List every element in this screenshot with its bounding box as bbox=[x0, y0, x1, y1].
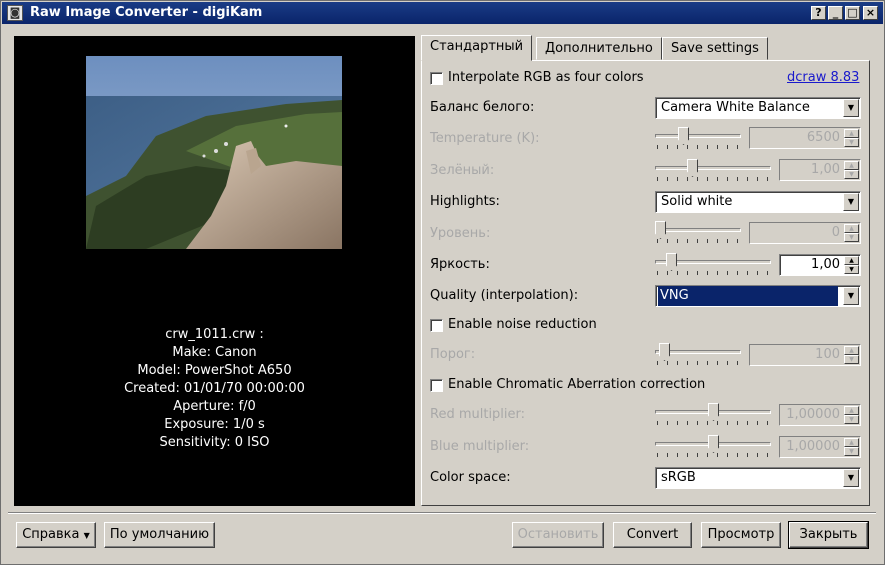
info-exposure: Exposure: 1/0 s bbox=[164, 417, 265, 432]
spin-down-icon[interactable]: ▼ bbox=[844, 138, 859, 147]
abort-button[interactable]: Остановить bbox=[512, 522, 604, 548]
temperature-spinbox[interactable]: 6500 ▲ ▼ bbox=[749, 127, 861, 149]
convert-button[interactable]: Convert bbox=[613, 522, 692, 548]
spin-up-icon[interactable]: ▲ bbox=[844, 438, 859, 447]
slider-handle[interactable] bbox=[678, 127, 689, 145]
chevron-down-icon: ▼ bbox=[843, 193, 859, 211]
chromatic-aberration-checkbox[interactable] bbox=[430, 379, 443, 392]
close-button[interactable]: Закрыть bbox=[788, 521, 869, 549]
info-created: Created: 01/01/70 00:00:00 bbox=[124, 381, 305, 396]
green-label: Зелёный: bbox=[430, 163, 495, 178]
slider-handle[interactable] bbox=[659, 343, 670, 361]
white-balance-select[interactable]: Camera White Balance ▼ bbox=[655, 97, 861, 119]
slider-handle[interactable] bbox=[687, 159, 698, 177]
title-bar[interactable]: ◙ Raw Image Converter - digiKam ? _ □ × bbox=[2, 2, 883, 24]
spin-down-icon[interactable]: ▼ bbox=[844, 170, 859, 179]
maximize-button[interactable]: □ bbox=[845, 6, 860, 20]
brightness-slider[interactable] bbox=[655, 252, 771, 278]
info-make: Make: Canon bbox=[172, 345, 257, 360]
defaults-button[interactable]: По умолчанию bbox=[104, 522, 215, 548]
threshold-label: Порог: bbox=[430, 347, 476, 362]
chevron-down-icon: ▼ bbox=[843, 469, 859, 487]
highlights-label: Highlights: bbox=[430, 194, 500, 209]
dcraw-version-link[interactable]: dcraw 8.83 bbox=[787, 70, 859, 85]
digikam-app-icon: ◙ bbox=[7, 5, 23, 21]
slider-handle[interactable] bbox=[655, 221, 666, 239]
white-balance-label: Баланс белого: bbox=[430, 100, 535, 115]
temperature-slider[interactable] bbox=[655, 126, 741, 152]
close-window-button[interactable]: × bbox=[863, 6, 878, 20]
separator bbox=[8, 512, 876, 514]
threshold-spinbox[interactable]: 100 ▲ ▼ bbox=[749, 344, 861, 366]
help-menu-button[interactable]: Справка ▼ bbox=[16, 522, 96, 548]
info-aperture: Aperture: f/0 bbox=[173, 399, 256, 414]
info-sensitivity: Sensitivity: 0 ISO bbox=[159, 435, 270, 450]
slider-handle[interactable] bbox=[708, 435, 719, 453]
brightness-spinbox[interactable]: 1,00 ▲ ▼ bbox=[779, 254, 861, 276]
spin-down-icon[interactable]: ▼ bbox=[844, 355, 859, 364]
chromatic-aberration-label[interactable]: Enable Chromatic Aberration correction bbox=[448, 377, 705, 392]
preview-button[interactable]: Просмотр bbox=[701, 522, 781, 548]
level-spinbox[interactable]: 0 ▲ ▼ bbox=[749, 222, 861, 244]
highlights-select[interactable]: Solid white ▼ bbox=[655, 191, 861, 213]
red-multiplier-label: Red multiplier: bbox=[430, 407, 526, 422]
spin-down-icon[interactable]: ▼ bbox=[844, 265, 859, 274]
level-label: Уровень: bbox=[430, 226, 491, 241]
color-space-label: Color space: bbox=[430, 470, 511, 485]
tab-advanced[interactable]: Дополнительно bbox=[536, 37, 662, 60]
noise-reduction-checkbox[interactable] bbox=[430, 319, 443, 332]
image-metadata: crw_1011.crw : Make: Canon Model: PowerS… bbox=[14, 326, 415, 452]
red-multiplier-slider[interactable] bbox=[655, 402, 771, 428]
interpolate-rgb-label[interactable]: Interpolate RGB as four colors bbox=[448, 70, 644, 85]
info-model: Model: PowerShot A650 bbox=[137, 363, 292, 378]
image-preview-pane: crw_1011.crw : Make: Canon Model: PowerS… bbox=[14, 36, 415, 506]
window-title: Raw Image Converter - digiKam bbox=[30, 5, 263, 20]
slider-handle[interactable] bbox=[708, 403, 719, 421]
spin-up-icon[interactable]: ▲ bbox=[844, 256, 859, 265]
spin-up-icon[interactable]: ▲ bbox=[844, 406, 859, 415]
tab-standard[interactable]: Стандартный bbox=[421, 35, 533, 61]
spin-down-icon[interactable]: ▼ bbox=[844, 233, 859, 242]
blue-multiplier-label: Blue multiplier: bbox=[430, 439, 530, 454]
interpolate-rgb-checkbox[interactable] bbox=[430, 72, 443, 85]
level-slider[interactable] bbox=[655, 220, 741, 246]
help-context-button[interactable]: ? bbox=[811, 6, 826, 20]
minimize-button[interactable]: _ bbox=[828, 6, 843, 20]
info-filename: crw_1011.crw : bbox=[165, 327, 264, 342]
blue-multiplier-spinbox[interactable]: 1,00000 ▲ ▼ bbox=[779, 436, 861, 458]
temperature-label: Temperature (K): bbox=[430, 131, 540, 146]
spin-up-icon[interactable]: ▲ bbox=[844, 161, 859, 170]
preview-photo bbox=[86, 56, 342, 249]
spin-up-icon[interactable]: ▲ bbox=[844, 129, 859, 138]
chevron-down-icon: ▼ bbox=[843, 287, 859, 305]
slider-handle[interactable] bbox=[666, 253, 677, 271]
chevron-down-icon: ▼ bbox=[843, 99, 859, 117]
spin-down-icon[interactable]: ▼ bbox=[844, 447, 859, 456]
green-spinbox[interactable]: 1,00 ▲ ▼ bbox=[779, 159, 861, 181]
noise-reduction-label[interactable]: Enable noise reduction bbox=[448, 317, 597, 332]
spin-down-icon[interactable]: ▼ bbox=[844, 415, 859, 424]
tab-save-settings[interactable]: Save settings bbox=[662, 37, 768, 60]
threshold-slider[interactable] bbox=[655, 342, 741, 368]
quality-label: Quality (interpolation): bbox=[430, 288, 579, 303]
spin-up-icon[interactable]: ▲ bbox=[844, 224, 859, 233]
dropdown-arrow-icon: ▼ bbox=[83, 531, 90, 540]
red-multiplier-spinbox[interactable]: 1,00000 ▲ ▼ bbox=[779, 404, 861, 426]
brightness-label: Яркость: bbox=[430, 257, 490, 272]
quality-select[interactable]: VNG ▼ bbox=[655, 285, 861, 307]
blue-multiplier-slider[interactable] bbox=[655, 434, 771, 460]
green-slider[interactable] bbox=[655, 158, 771, 184]
color-space-select[interactable]: sRGB ▼ bbox=[655, 467, 861, 489]
spin-up-icon[interactable]: ▲ bbox=[844, 346, 859, 355]
